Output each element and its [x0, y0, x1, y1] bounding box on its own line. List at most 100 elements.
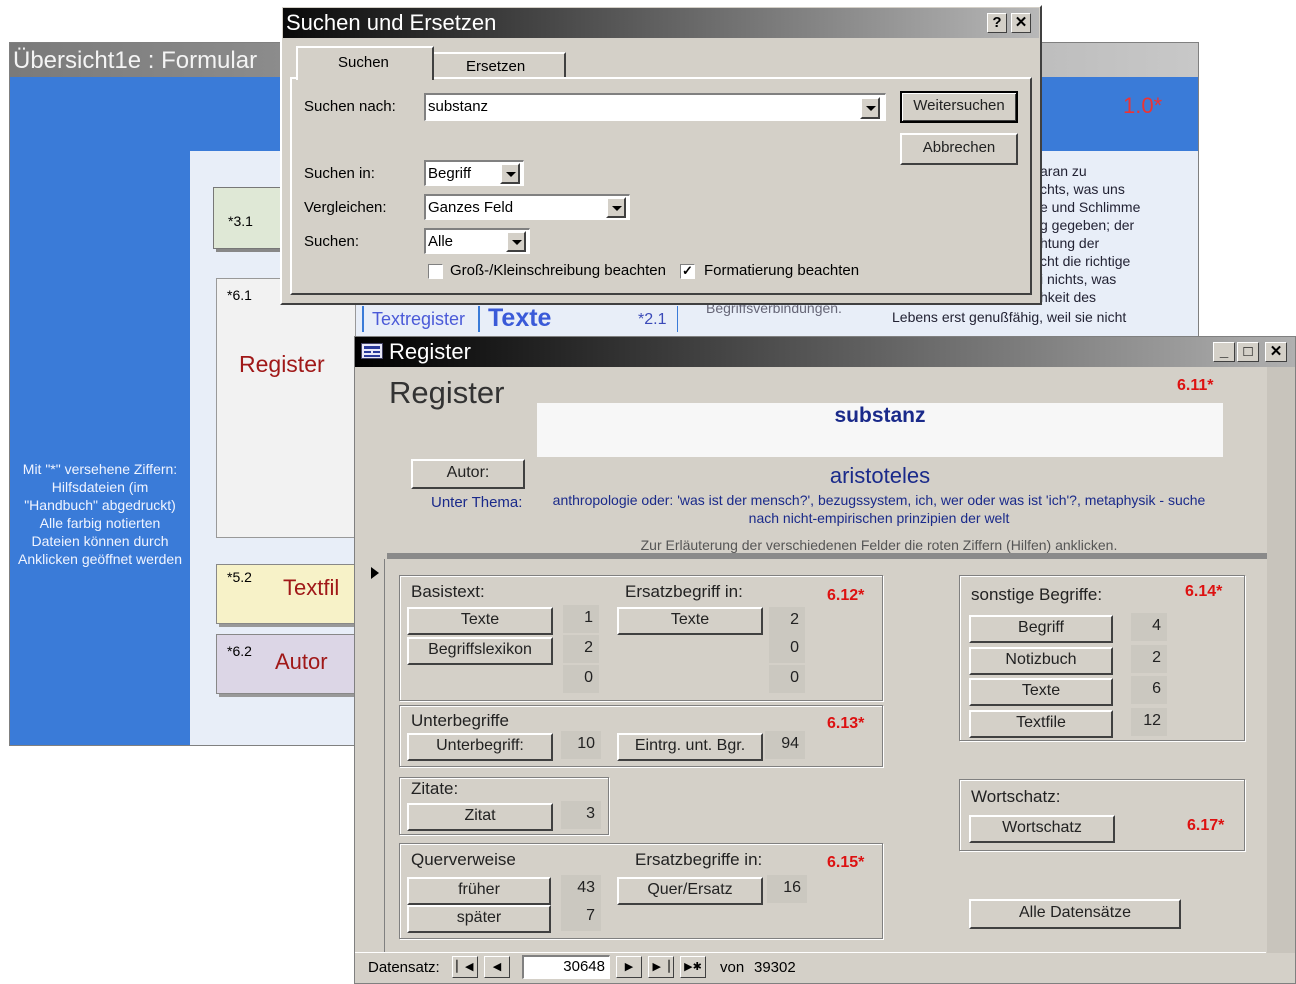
- tab-ersetzen[interactable]: Ersetzen: [434, 52, 566, 78]
- form-icon-bar: [373, 351, 380, 353]
- sonstige-begriff-button[interactable]: Begriff: [969, 615, 1113, 643]
- zitate-label: Zitate:: [411, 779, 459, 798]
- record-selector[interactable]: [367, 559, 385, 953]
- card-6-1-number: *6.1: [227, 287, 252, 303]
- register-titlebar[interactable]: Register _ □ ✕: [355, 337, 1295, 367]
- look-in-select[interactable]: Begriff: [424, 160, 524, 186]
- look-in-value: Begriff: [428, 165, 472, 182]
- spaeter-button[interactable]: später: [407, 905, 551, 933]
- cancel-button[interactable]: Abbrechen: [900, 133, 1018, 165]
- match-select[interactable]: Ganzes Feld: [424, 194, 630, 220]
- match-dropdown-arrow[interactable]: [606, 197, 626, 218]
- register-close-button[interactable]: ✕: [1265, 342, 1287, 362]
- ersatz-texte-label: Texte: [670, 611, 710, 628]
- find-dialog-titlebar[interactable]: Suchen und Ersetzen ? ✕: [283, 8, 1039, 38]
- last-record-button[interactable]: ▶▕: [648, 956, 674, 978]
- zitat-button[interactable]: Zitat: [407, 803, 553, 831]
- current-record-arrow-icon: [371, 567, 379, 579]
- first-record-button[interactable]: ▏◀: [452, 956, 478, 978]
- search-input[interactable]: substanz: [424, 93, 886, 121]
- record-number-value: 30648: [563, 958, 605, 975]
- textregister-label: Textregister: [372, 309, 466, 329]
- search-dir-dropdown-arrow[interactable]: [506, 231, 526, 252]
- close-button[interactable]: ✕: [1011, 13, 1031, 33]
- quer-ersatz-label: Quer/Ersatz: [647, 881, 733, 898]
- match-case-label: Groß-/Kleinschreibung beachten: [450, 262, 666, 279]
- card-textfil-label[interactable]: Textfil: [283, 575, 339, 601]
- card-autor-label[interactable]: Autor: [275, 649, 328, 675]
- card-5-2[interactable]: *5.2 Textfil: [216, 564, 356, 624]
- card-register-label[interactable]: Register: [239, 351, 325, 378]
- alle-datensaetze-button[interactable]: Alle Datensätze: [969, 899, 1181, 929]
- notizbuch-button[interactable]: Notizbuch: [969, 647, 1113, 675]
- match-value: Ganzes Feld: [428, 199, 514, 216]
- look-in-dropdown-arrow[interactable]: [500, 163, 520, 184]
- num-2-1: *2.1: [638, 311, 667, 328]
- side-note: Mit "*" versehene Ziffern: Hilfsdateien …: [18, 461, 182, 567]
- next-record-button[interactable]: ▶: [616, 956, 642, 978]
- record-number-input[interactable]: 30648: [522, 955, 610, 979]
- match-case-checkbox[interactable]: [428, 264, 443, 279]
- close-icon: ✕: [1269, 343, 1283, 360]
- zitat-label: Zitat: [464, 807, 496, 824]
- notizbuch-count: 2: [1131, 645, 1167, 673]
- wortschatz-button[interactable]: Wortschatz: [969, 815, 1115, 843]
- thema-text: anthropologie oder: 'was ist der mensch?…: [552, 492, 1206, 526]
- ersatz-count: 0: [769, 665, 805, 693]
- frueher-count: 43: [561, 875, 601, 903]
- help-6-14[interactable]: 6.14*: [1185, 583, 1222, 601]
- minimize-button[interactable]: _: [1213, 342, 1235, 362]
- help-6-15[interactable]: 6.15*: [827, 854, 864, 872]
- help-6-12[interactable]: 6.12*: [827, 587, 864, 605]
- basistext-count: 2: [563, 635, 599, 663]
- bg-right-text: aran zu chts, was uns e und Schlimme g g…: [1040, 163, 1196, 305]
- sonstige-texte-label: Texte: [1021, 682, 1061, 699]
- begriffslexikon-button[interactable]: Begriffslexikon: [407, 637, 553, 665]
- card-6-2[interactable]: *6.2 Autor: [216, 634, 356, 694]
- format-checkbox[interactable]: ✓: [680, 264, 695, 279]
- right-text-line: hkeit des: [1040, 289, 1097, 305]
- querverweise-label: Querverweise: [411, 850, 516, 869]
- basistext-texte-button[interactable]: Texte: [407, 607, 553, 635]
- autor-button[interactable]: Autor:: [411, 459, 525, 489]
- form-icon: [361, 343, 383, 359]
- search-dir-select[interactable]: Alle: [424, 228, 530, 254]
- search-dropdown-arrow[interactable]: [860, 97, 880, 119]
- ersatz-texte-button[interactable]: Texte: [617, 607, 763, 635]
- term-field[interactable]: substanz: [537, 403, 1223, 457]
- textregister-link[interactable]: Textregister: [362, 306, 478, 332]
- frueher-label: früher: [458, 881, 500, 898]
- textfile-button[interactable]: Textfile: [969, 710, 1113, 738]
- help-6-13[interactable]: 6.13*: [827, 715, 864, 733]
- tab-suchen[interactable]: Suchen: [296, 46, 434, 80]
- unterbegriff-button[interactable]: Unterbegriff:: [407, 733, 553, 761]
- notizbuch-label: Notizbuch: [1005, 651, 1077, 668]
- overview-corner-red[interactable]: 1.0*: [1123, 93, 1162, 119]
- spaeter-count: 7: [561, 903, 601, 931]
- find-next-button[interactable]: Weitersuchen: [900, 91, 1018, 123]
- basistext-texte-label: Texte: [460, 611, 500, 628]
- sonstige-texte-button[interactable]: Texte: [969, 678, 1113, 706]
- form-icon-bar: [364, 346, 380, 349]
- help-button[interactable]: ?: [987, 13, 1007, 33]
- minimize-icon: _: [1219, 343, 1229, 360]
- help-6-11[interactable]: 6.11*: [1177, 377, 1213, 395]
- help-6-17[interactable]: 6.17*: [1187, 817, 1224, 835]
- maximize-button[interactable]: □: [1237, 342, 1259, 362]
- sonstige-begriff-count: 4: [1131, 613, 1167, 641]
- register-window: Register _ □ ✕ Register 6.11* substanz A…: [354, 336, 1296, 984]
- basistext-count: 0: [563, 665, 599, 693]
- quer-ersatz-button[interactable]: Quer/Ersatz: [617, 877, 763, 905]
- match-label: Vergleichen:: [304, 199, 387, 216]
- card-6-1[interactable]: *6.1 Register: [216, 278, 356, 538]
- new-record-button[interactable]: ▶✱: [680, 956, 706, 978]
- textfile-label: Textfile: [1016, 714, 1066, 731]
- help-hint: Zur Erläuterung der verschiedenen Felder…: [640, 537, 1118, 553]
- frueher-button[interactable]: früher: [407, 877, 551, 905]
- eintrag-button[interactable]: Eintrg. unt. Bgr.: [617, 733, 763, 761]
- search-dir-value: Alle: [428, 233, 454, 250]
- ersatz-count: 2: [769, 607, 805, 635]
- prev-record-button[interactable]: ◀: [484, 956, 510, 978]
- texte-link[interactable]: Texte *2.1: [478, 304, 678, 332]
- right-text-line: i nichts, was: [1040, 271, 1117, 287]
